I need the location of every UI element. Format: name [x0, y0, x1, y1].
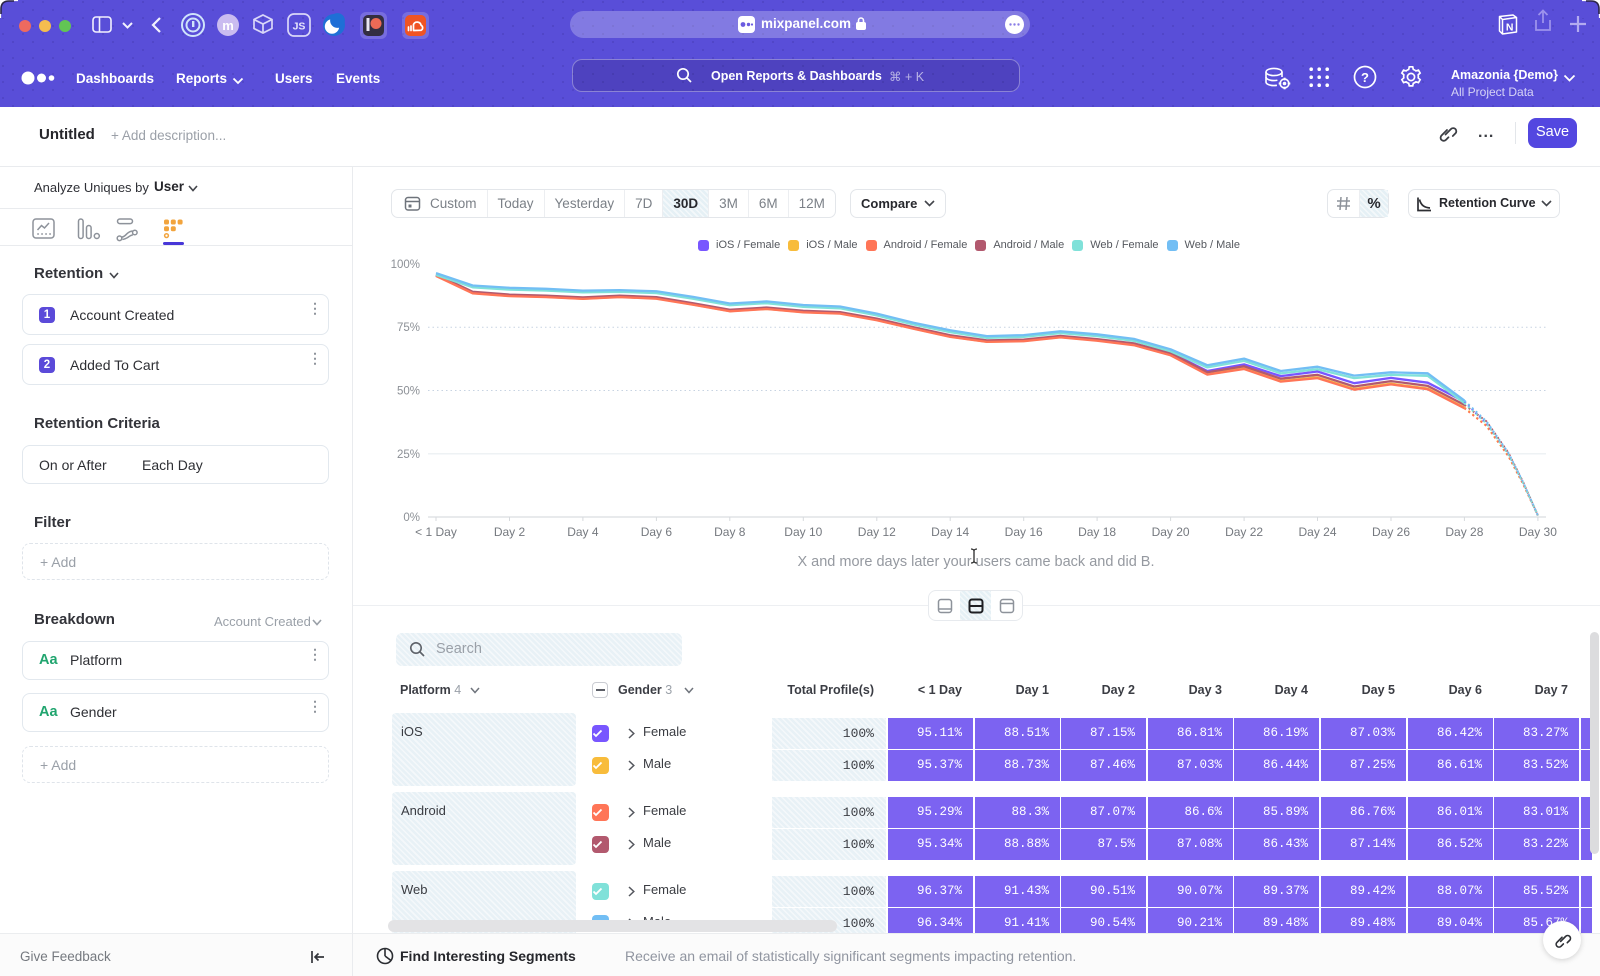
svg-text:Day 18: Day 18: [1078, 525, 1116, 539]
svg-text:Day 8: Day 8: [714, 525, 746, 539]
svg-text:< 1 Day: < 1 Day: [415, 525, 457, 539]
svg-text:Day 20: Day 20: [1152, 525, 1190, 539]
svg-text:Day 4: Day 4: [567, 525, 599, 539]
svg-text:Day 12: Day 12: [858, 525, 896, 539]
svg-text:m: m: [222, 18, 234, 33]
svg-text:Day 28: Day 28: [1445, 525, 1483, 539]
svg-text:50%: 50%: [397, 386, 420, 398]
svg-text:Day 14: Day 14: [931, 525, 969, 539]
svg-text:Day 22: Day 22: [1225, 525, 1263, 539]
svg-text:Day 16: Day 16: [1005, 525, 1043, 539]
svg-text:JS: JS: [293, 21, 306, 33]
svg-text:Day 6: Day 6: [641, 525, 673, 539]
svg-text:100%: 100%: [391, 259, 420, 271]
svg-text:25%: 25%: [397, 449, 420, 461]
svg-text:Day 10: Day 10: [784, 525, 822, 539]
svg-text:0%: 0%: [403, 512, 420, 524]
svg-text:Day 26: Day 26: [1372, 525, 1410, 539]
svg-text:Day 24: Day 24: [1298, 525, 1336, 539]
svg-text:75%: 75%: [397, 322, 420, 334]
svg-text:Day 2: Day 2: [494, 525, 526, 539]
svg-text:Day 30: Day 30: [1519, 525, 1557, 539]
svg-text:?: ?: [1361, 70, 1369, 85]
svg-text:N: N: [1506, 22, 1514, 34]
